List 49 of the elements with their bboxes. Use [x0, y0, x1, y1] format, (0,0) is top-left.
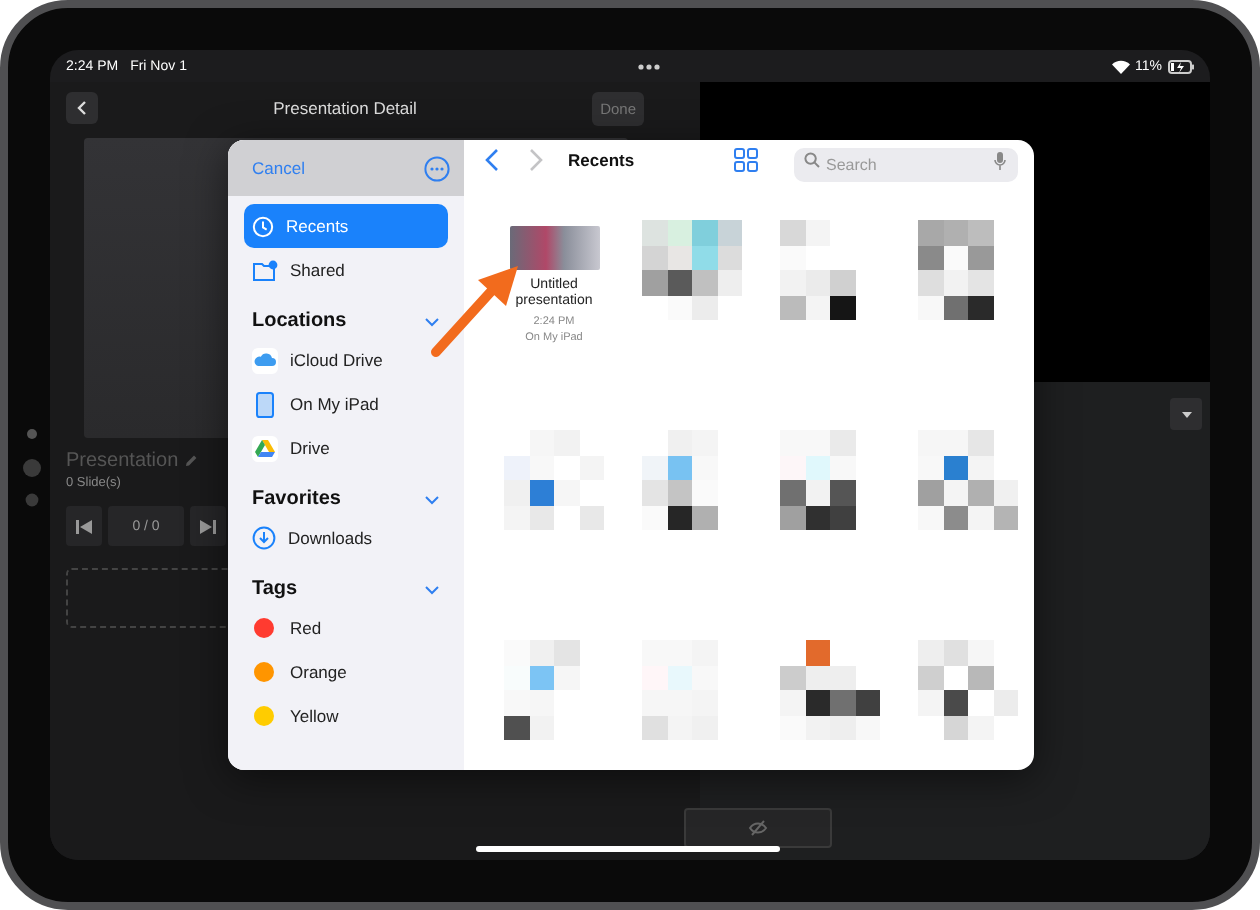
- sidebar-item[interactable]: On My iPad: [244, 382, 448, 426]
- back-chevron-button[interactable]: [484, 148, 500, 172]
- multitasking-dots-icon[interactable]: [637, 63, 660, 69]
- screen-title: Presentation Detail: [271, 98, 419, 118]
- tablet-icon: [252, 391, 278, 417]
- eye-slash-icon: [748, 820, 768, 836]
- wifi-icon: [1111, 59, 1129, 73]
- first-slide-button[interactable]: [66, 506, 102, 546]
- grid-view-icon[interactable]: [734, 148, 758, 172]
- hide-button[interactable]: [684, 808, 832, 848]
- folder-title: Recents: [568, 150, 637, 170]
- search-icon: [804, 152, 820, 168]
- last-slide-button[interactable]: [190, 506, 226, 546]
- chevron-left-icon: [76, 100, 88, 116]
- microphone-icon[interactable]: [994, 151, 1006, 169]
- shared-folder-icon: [252, 259, 278, 281]
- search-field[interactable]: Search: [794, 147, 1018, 181]
- pixelated-thumbnail[interactable]: [918, 430, 1018, 530]
- chevron-icon[interactable]: [424, 313, 440, 329]
- sidebar-item[interactable]: Shared: [244, 248, 448, 292]
- sidebar-item[interactable]: Yellow: [244, 694, 448, 738]
- dropdown-button[interactable]: [1170, 398, 1202, 430]
- sidebar-item[interactable]: Orange: [244, 650, 448, 694]
- section-heading: Tags: [252, 578, 298, 600]
- pixelated-thumbnail[interactable]: [642, 220, 742, 320]
- sidebar-item[interactable]: Drive: [244, 426, 448, 470]
- chevron-icon[interactable]: [424, 581, 440, 597]
- download-icon: [252, 526, 276, 550]
- sidebar-item[interactable]: iCloud Drive: [244, 338, 448, 382]
- sidebar-item[interactable]: Red: [244, 606, 448, 650]
- battery-charging-icon: [1168, 59, 1194, 73]
- chevron-icon[interactable]: [424, 491, 440, 507]
- triangle-logo-icon: [252, 435, 278, 461]
- caret-down-icon: [1181, 411, 1191, 417]
- back-button[interactable]: [66, 92, 98, 124]
- pixelated-thumbnail[interactable]: [504, 430, 604, 530]
- more-options-icon[interactable]: [424, 155, 450, 181]
- pixelated-thumbnail[interactable]: [918, 640, 1018, 740]
- pixelated-thumbnail[interactable]: [780, 640, 880, 740]
- photo-placeholder[interactable]: [509, 226, 599, 270]
- presentation-name: Presentation: [66, 450, 179, 472]
- clock-icon: [252, 215, 274, 237]
- cloud-icon: [252, 347, 278, 373]
- skip-back-icon: [76, 519, 92, 533]
- section-heading: Favorites: [252, 488, 341, 510]
- skip-forward-icon: [200, 519, 216, 533]
- sidebar-item[interactable]: Downloads: [244, 516, 448, 560]
- sidebar-item[interactable]: Recents: [244, 204, 448, 248]
- section-heading: Locations: [252, 310, 347, 332]
